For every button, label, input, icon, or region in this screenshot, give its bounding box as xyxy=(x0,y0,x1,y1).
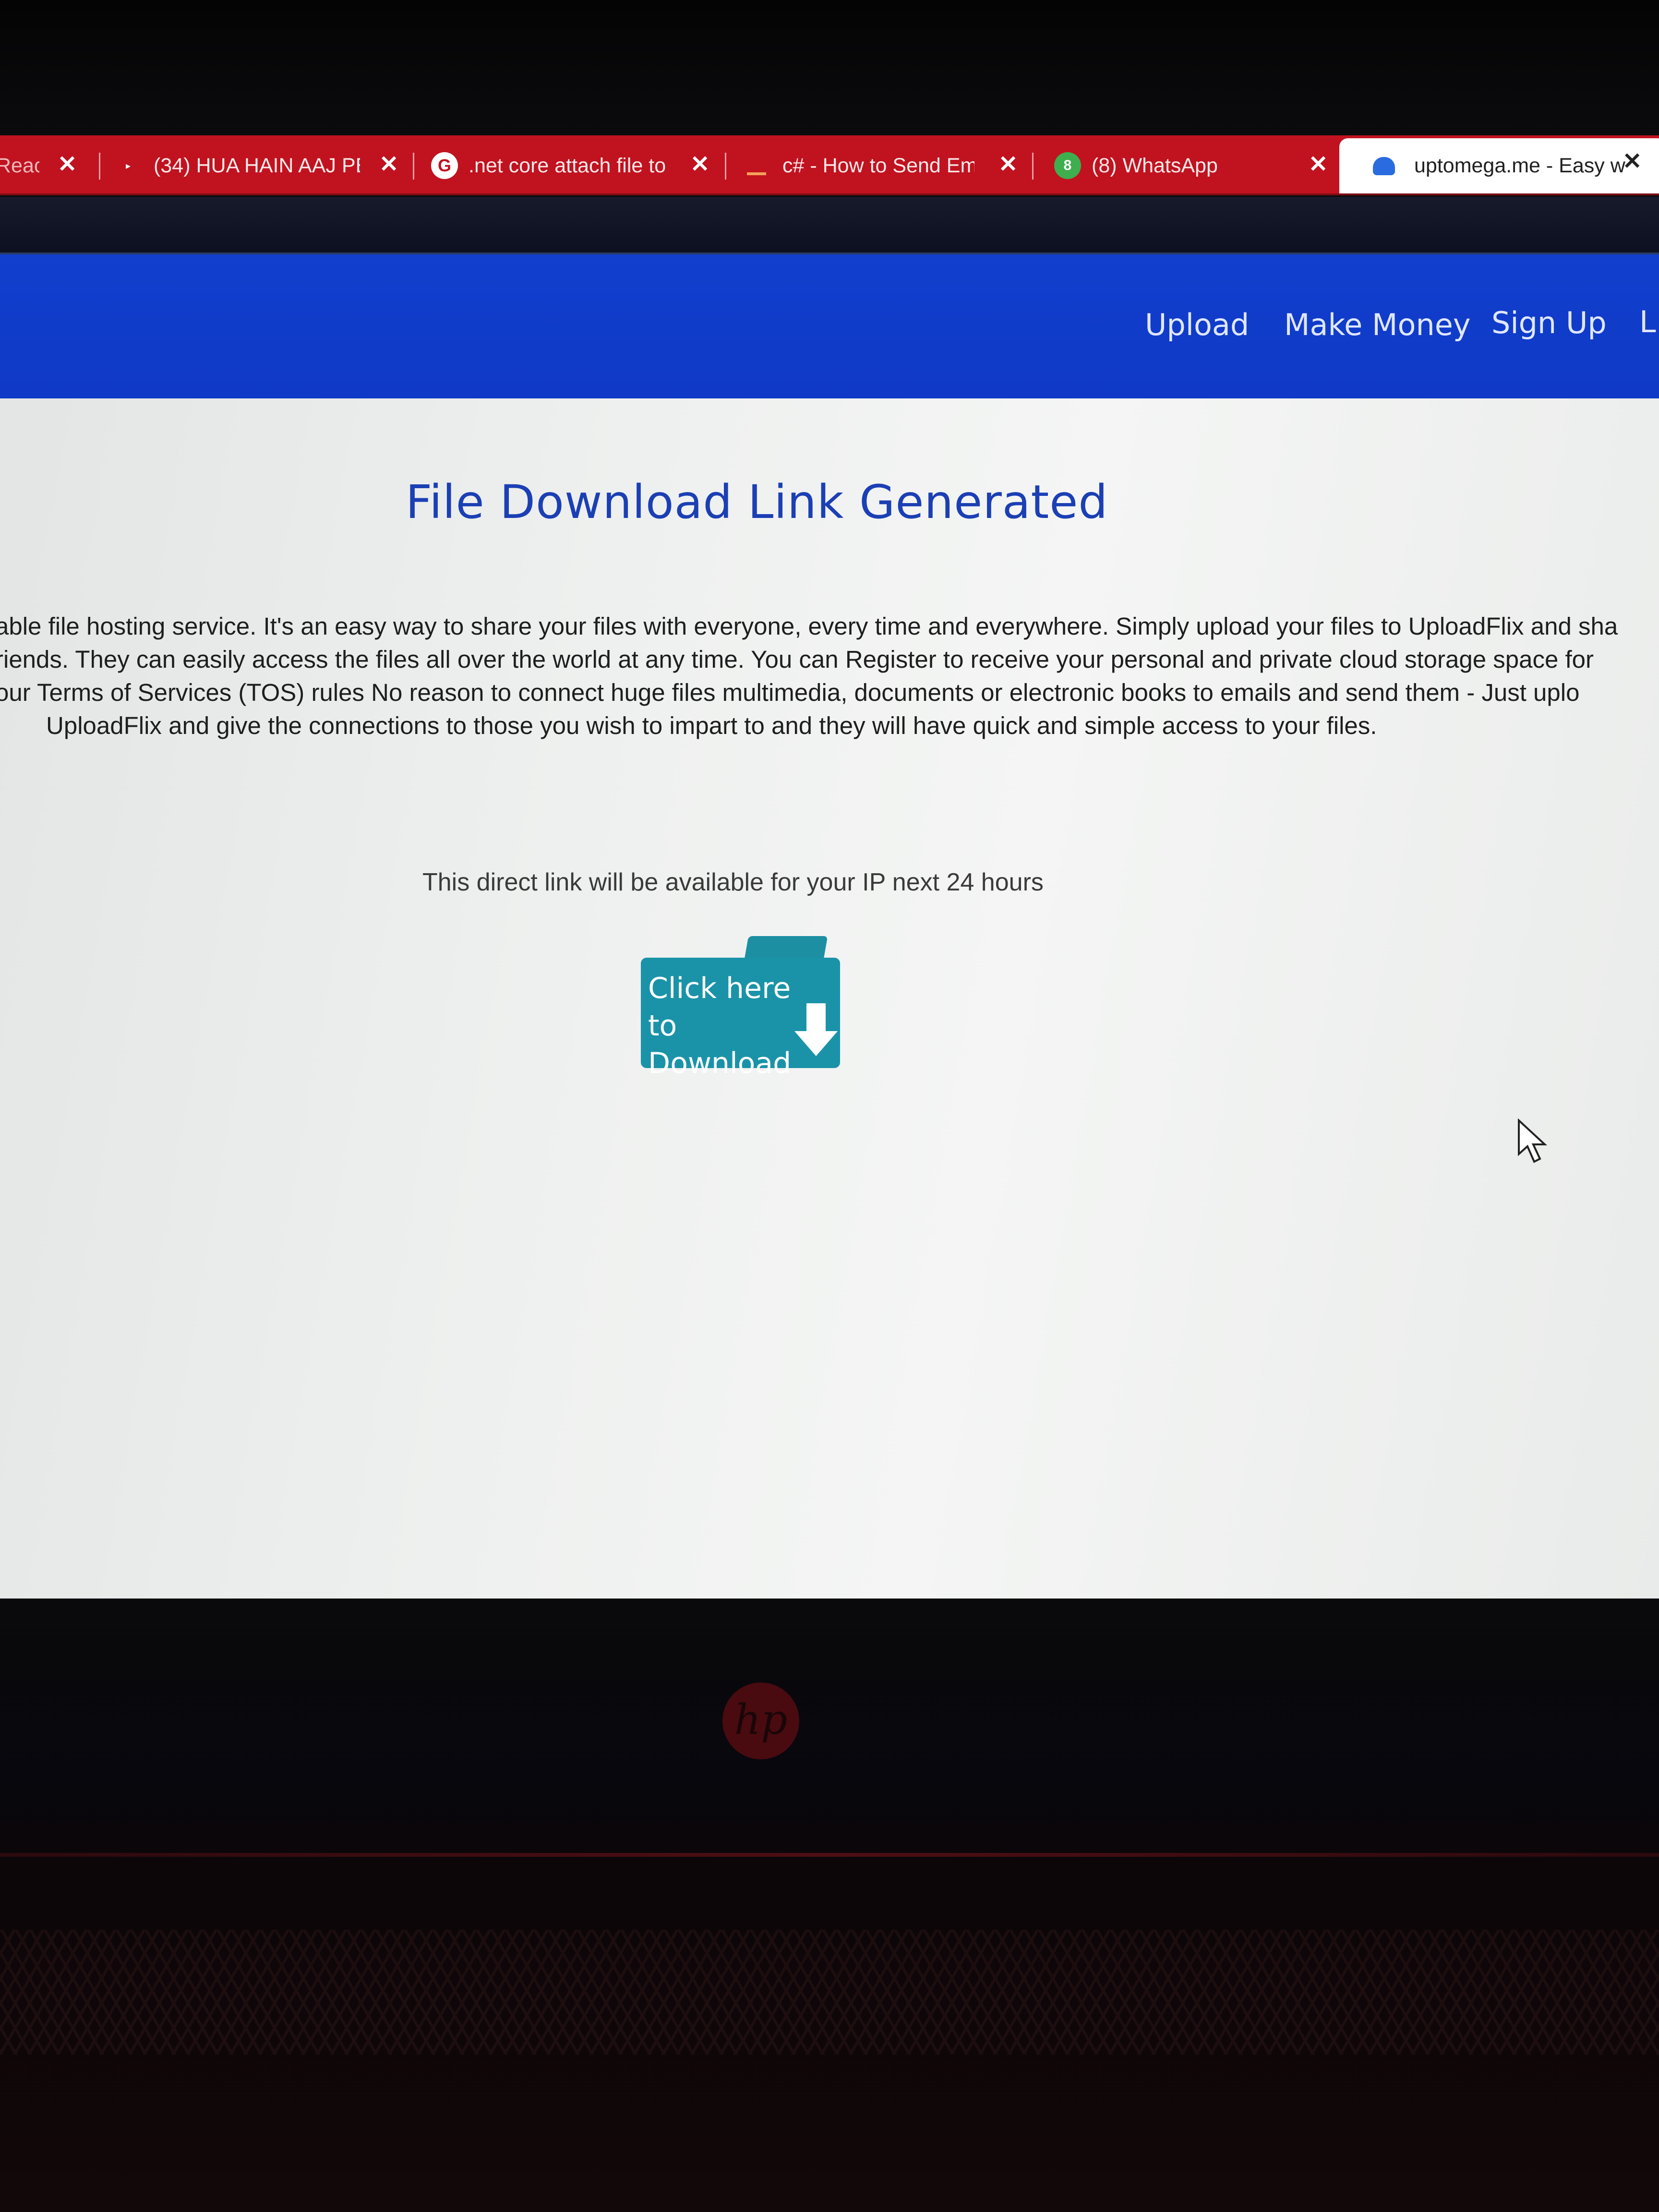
tab-youtube[interactable]: ▸ (34) HUA HAIN AAJ PE ✕ xyxy=(126,149,398,182)
tab-title: .net core attach file to xyxy=(469,154,665,177)
nav-login-link-partial[interactable]: L xyxy=(1639,304,1656,339)
tab-title: (34) HUA HAIN AAJ PE xyxy=(154,154,361,177)
tab-react[interactable]: React ✕ xyxy=(0,149,77,182)
tab-separator xyxy=(413,153,414,180)
close-icon[interactable]: ✕ xyxy=(690,151,709,178)
tab-title: React xyxy=(0,154,39,177)
page-title: File Download Link Generated xyxy=(406,475,1108,529)
cloud-icon xyxy=(1373,156,1395,175)
close-icon[interactable]: ✕ xyxy=(379,151,398,178)
svg-text:hp: hp xyxy=(734,1696,787,1744)
intro-line: our Terms of Services (TOS) rules No rea… xyxy=(0,679,1580,706)
tab-uptomega-active[interactable]: uptomega.me - Easy w ✕ xyxy=(1339,138,1659,193)
download-label-line2: Download xyxy=(648,1046,792,1080)
tab-google-search[interactable]: G .net core attach file to ✕ xyxy=(431,149,709,182)
tab-stackoverflow[interactable]: c# - How to Send Ema ✕ xyxy=(747,149,1018,182)
download-label-line1: Click here to xyxy=(648,972,791,1043)
browser-toolbar xyxy=(0,197,1659,254)
laptop-hinge-edge xyxy=(0,1853,1659,1857)
keyboard-grille xyxy=(0,1930,1659,2055)
tab-whatsapp[interactable]: 8 (8) WhatsApp ✕ xyxy=(1054,149,1328,182)
folder-tab-shape xyxy=(744,936,828,959)
tab-separator xyxy=(99,153,100,180)
browser-tab-strip: React ✕ ▸ (34) HUA HAIN AAJ PE ✕ G .net … xyxy=(0,135,1659,195)
nav-make-money-link[interactable]: Make Money xyxy=(1284,307,1471,342)
intro-line: UploadFlix and give the connections to t… xyxy=(46,712,1377,739)
site-navbar: Upload Make Money Sign Up L xyxy=(0,254,1659,398)
whatsapp-icon: 8 xyxy=(1054,152,1081,179)
photo-frame: React ✕ ▸ (34) HUA HAIN AAJ PE ✕ G .net … xyxy=(0,0,1659,2212)
intro-paragraph: able file hosting service. It's an easy … xyxy=(0,610,1659,742)
download-button[interactable]: Click here to Download xyxy=(641,936,840,1080)
stackoverflow-icon xyxy=(747,156,766,175)
intro-line: able file hosting service. It's an easy … xyxy=(0,613,1618,640)
tab-title: uptomega.me - Easy w xyxy=(1414,154,1625,177)
youtube-icon: ▸ xyxy=(126,160,131,171)
link-availability-notice: This direct link will be available for y… xyxy=(422,868,1044,896)
nav-sign-up-link[interactable]: Sign Up xyxy=(1491,305,1607,340)
nav-upload-link[interactable]: Upload xyxy=(1145,307,1249,342)
intro-line: riends. They can easily access the files… xyxy=(0,646,1594,673)
google-icon: G xyxy=(431,152,458,179)
download-arrow-icon xyxy=(794,1003,838,1056)
tab-separator xyxy=(1032,153,1034,180)
mouse-cursor-icon xyxy=(1518,1118,1548,1163)
hp-logo-icon: hp xyxy=(722,1683,799,1759)
close-icon[interactable]: ✕ xyxy=(1623,148,1642,175)
close-icon[interactable]: ✕ xyxy=(998,151,1018,178)
tab-separator xyxy=(725,153,726,180)
download-button-label: Click here to Download xyxy=(648,970,802,1082)
web-page: Upload Make Money Sign Up L File Downloa… xyxy=(0,254,1659,1599)
close-icon[interactable]: ✕ xyxy=(1309,151,1328,178)
tab-title: c# - How to Send Ema xyxy=(782,154,974,177)
close-icon[interactable]: ✕ xyxy=(58,151,77,178)
tab-title: (8) WhatsApp xyxy=(1092,154,1218,177)
